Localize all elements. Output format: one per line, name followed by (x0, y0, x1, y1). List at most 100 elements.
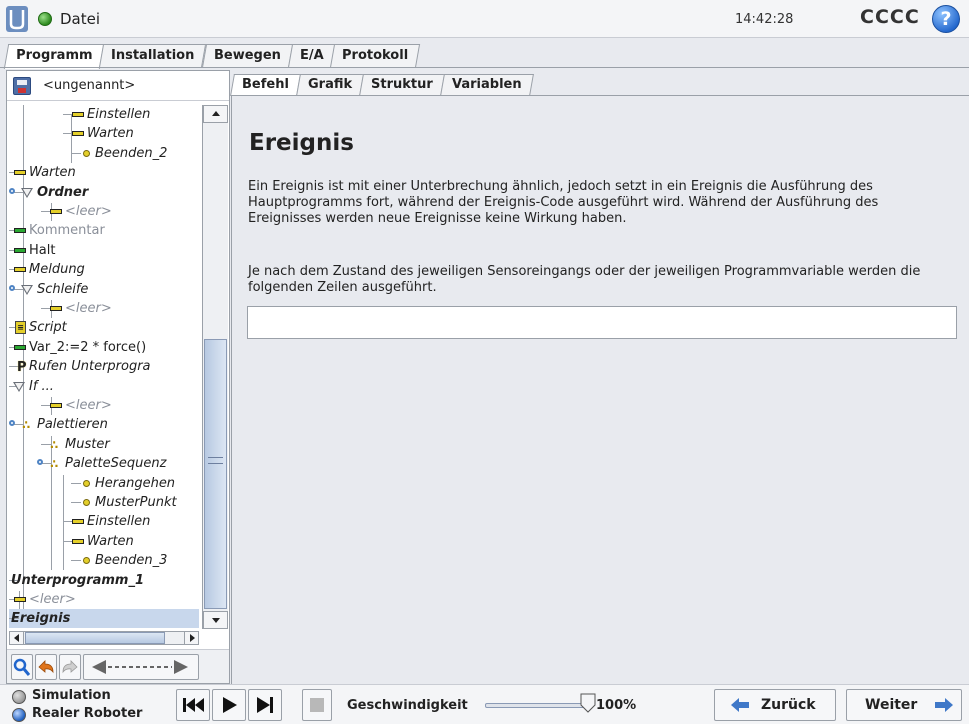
expand-collapse-button[interactable] (83, 654, 199, 680)
tree-node[interactable]: ≡ Script (9, 318, 199, 337)
tree-node[interactable]: Herangehen (9, 474, 199, 493)
tree-node-label: Script (29, 320, 67, 336)
tree-node-label: Meldung (29, 262, 85, 278)
real-robot-label[interactable]: Realer Roboter (32, 706, 142, 721)
tab-programm[interactable]: Programm (3, 44, 105, 69)
tree-node[interactable]: PUnterprogramm_1 (9, 571, 199, 590)
tree-node-label: Warten (87, 533, 134, 549)
tab-grafik[interactable]: Grafik (295, 74, 365, 96)
tree-node[interactable]: Beenden_3 (9, 551, 199, 570)
save-icon[interactable] (13, 77, 31, 95)
tree-node[interactable]: If ... (9, 377, 199, 396)
undo-button[interactable] (35, 654, 57, 680)
back-label: Zurück (761, 697, 816, 713)
simulation-label[interactable]: Simulation (32, 688, 111, 703)
tree-node[interactable]: MusterPunkt (9, 493, 199, 512)
command-title: Ereignis (249, 130, 354, 156)
expand-node-icon[interactable] (37, 459, 43, 466)
arrow-left-icon (731, 698, 749, 712)
tree-node[interactable]: ∴ Muster (9, 435, 199, 454)
tab-installation[interactable]: Installation (99, 44, 207, 68)
expand-node-icon[interactable] (9, 420, 15, 427)
tree-node[interactable]: Meldung (9, 260, 199, 279)
expand-node-icon[interactable] (9, 187, 15, 194)
next-label: Weiter (865, 697, 918, 713)
horizontal-scroll-thumb[interactable] (25, 632, 165, 644)
stop-button[interactable] (302, 689, 332, 721)
redo-button[interactable] (59, 654, 81, 680)
waypoint-icon (83, 499, 90, 506)
next-button[interactable]: Weiter (846, 689, 962, 721)
scroll-thumb[interactable] (204, 339, 227, 609)
file-menu[interactable]: Datei (60, 10, 100, 28)
event-condition-hint: Je nach dem Zustand des jeweiligen Senso… (248, 264, 921, 295)
tab-befehl[interactable]: Befehl (230, 74, 301, 96)
robot-status-icon[interactable] (38, 12, 52, 26)
search-button[interactable] (11, 654, 33, 680)
tree-vertical-scrollbar[interactable] (202, 105, 228, 629)
tab-divider (0, 67, 969, 68)
scroll-left-icon[interactable] (10, 632, 24, 644)
tree-node[interactable]: Einstellen (9, 105, 199, 124)
step-forward-button[interactable] (248, 689, 282, 721)
clock: 14:42:28 (735, 12, 794, 27)
empty-bar-icon (14, 597, 26, 602)
scroll-down-icon[interactable] (203, 611, 228, 629)
simulation-radio[interactable] (12, 690, 26, 704)
tree-horizontal-scrollbar[interactable] (9, 631, 199, 645)
tree-node[interactable]: <leer> (9, 590, 199, 609)
tree-node[interactable]: Schleife (9, 280, 199, 299)
tree-node[interactable]: Var_2:=2 * force() (9, 338, 199, 357)
tree-node[interactable]: P Rufen Unterprogra (9, 357, 199, 376)
event-condition-input[interactable] (247, 306, 957, 339)
tree-node[interactable]: Warten (9, 532, 199, 551)
tree-node[interactable]: <leer> (9, 202, 199, 221)
waypoint-icon (83, 149, 90, 157)
play-button[interactable] (212, 689, 246, 721)
tree-node[interactable]: Beenden_2 (9, 144, 199, 163)
speed-slider-knob[interactable] (580, 693, 596, 713)
skip-back-icon (183, 698, 204, 712)
tree-node[interactable]: Warten (9, 124, 199, 143)
speed-value: 100% (596, 698, 637, 713)
pattern-icon: ∴ (50, 437, 58, 452)
tab-protokoll[interactable]: Protokoll (330, 44, 421, 68)
scroll-right-icon[interactable] (184, 632, 198, 644)
tree-node[interactable]: ∴ PaletteSequenz (9, 454, 199, 473)
tree-node[interactable]: <leer> (9, 299, 199, 318)
command-tabs: Befehl Grafik Struktur Variablen (230, 74, 534, 96)
stop-icon (310, 698, 324, 712)
scroll-up-icon[interactable] (203, 105, 228, 123)
help-icon[interactable]: ? (932, 5, 960, 33)
tab-ea[interactable]: E/A (287, 44, 336, 68)
tree-node[interactable]: Kommentar (9, 221, 199, 240)
speed-slider[interactable] (485, 703, 590, 708)
tree-node-label: Warten (29, 165, 76, 181)
redo-icon (62, 660, 78, 674)
tab-struktur[interactable]: Struktur (359, 74, 445, 96)
tree-node-label: Warten (87, 126, 134, 142)
tab-variablen[interactable]: Variablen (439, 74, 534, 96)
play-icon (223, 697, 237, 713)
real-robot-radio[interactable] (12, 708, 26, 722)
tree-node-label: <leer> (65, 398, 112, 413)
tree-node[interactable]: Halt (9, 241, 199, 260)
tree-node-label: Beenden_3 (95, 553, 168, 569)
skip-back-button[interactable] (176, 689, 210, 721)
tab-bewegen[interactable]: Bewegen (201, 44, 293, 68)
tree-node-label: Schleife (37, 281, 89, 297)
tree-node[interactable]: Ordner (9, 183, 199, 202)
tree-node[interactable]: ♗Ereignis (9, 609, 199, 629)
tree-node[interactable]: Warten (9, 163, 199, 182)
popup-bar-icon (14, 267, 26, 273)
tree-node[interactable]: Einstellen (9, 512, 199, 531)
tree-node-label: <leer> (29, 592, 76, 607)
tree-node[interactable]: <leer> (9, 396, 199, 415)
tree-node-label: Var_2:=2 * force() (29, 339, 147, 355)
expand-node-icon[interactable] (9, 284, 15, 291)
tree-node[interactable]: ∴ Palettieren (9, 415, 199, 434)
pallet-icon: ∴ (22, 418, 30, 433)
back-button[interactable]: Zurück (714, 689, 836, 721)
robot-name: CCCC (860, 6, 920, 28)
tree-node-label: Kommentar (29, 223, 105, 239)
